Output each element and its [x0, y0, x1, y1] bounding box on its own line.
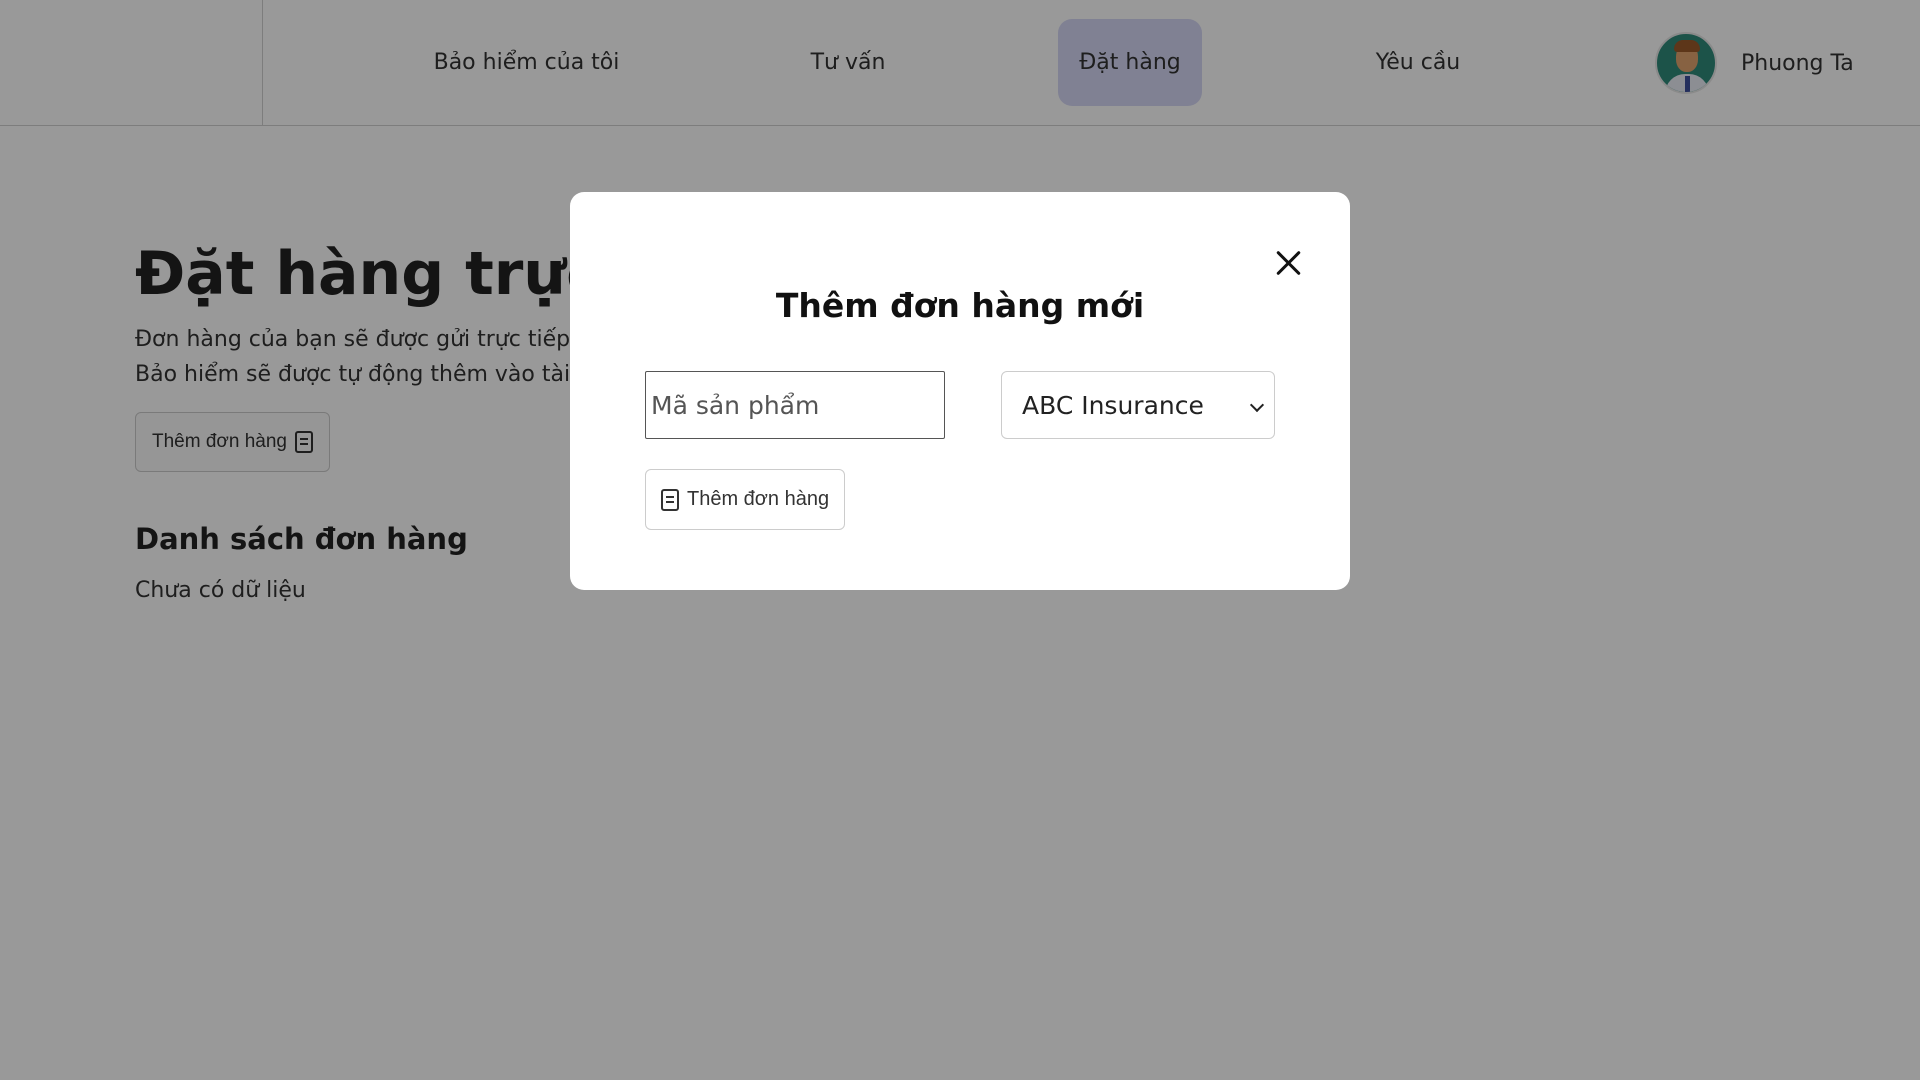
- close-icon[interactable]: [1270, 244, 1308, 282]
- submit-order-button[interactable]: Thêm đơn hàng: [645, 469, 846, 530]
- submit-order-label: Thêm đơn hàng: [687, 488, 830, 510]
- add-order-modal: Thêm đơn hàng mới ABC Insurance Thêm đơn…: [570, 192, 1350, 590]
- document-icon: [661, 488, 679, 511]
- insurer-selected-value: ABC Insurance: [1022, 390, 1204, 420]
- modal-title: Thêm đơn hàng mới: [775, 286, 1145, 325]
- chevron-down-icon: [1249, 397, 1265, 413]
- app-root: Bảo hiểm của tôi Tư vấn Đặt hàng Yêu cầu…: [0, 0, 1920, 1080]
- product-code-input[interactable]: [645, 371, 945, 439]
- insurer-select[interactable]: ABC Insurance: [1001, 371, 1275, 439]
